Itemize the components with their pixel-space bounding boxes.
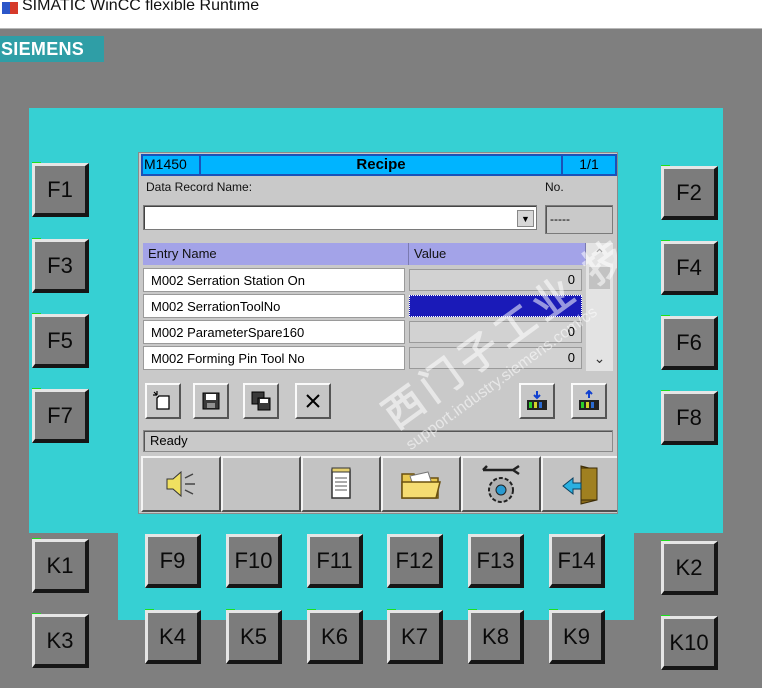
header-divider — [199, 156, 201, 174]
key-k6[interactable]: K6 — [307, 610, 363, 664]
delete-icon — [306, 394, 320, 408]
key-f3[interactable]: F3 — [32, 239, 89, 293]
recipe-header: M1450 Recipe 1/1 — [141, 154, 617, 176]
record-no-label: No. — [545, 180, 564, 194]
key-f7[interactable]: F7 — [32, 389, 89, 443]
key-f6[interactable]: F6 — [661, 316, 718, 370]
table-row[interactable]: M002 Forming Pin Tool No 0 — [143, 346, 586, 371]
value-cell[interactable]: 0 — [409, 269, 582, 291]
column-header-value[interactable]: Value — [409, 243, 586, 265]
empty-softkey[interactable] — [221, 456, 301, 512]
delete-record-button[interactable] — [295, 383, 331, 419]
table-row[interactable]: M002 Serration Station On 0 — [143, 268, 586, 293]
key-f11[interactable]: F11 — [307, 534, 363, 588]
chevron-down-icon[interactable]: ▼ — [517, 210, 534, 227]
key-f10[interactable]: F10 — [226, 534, 282, 588]
recipe-table: Entry Name Value M002 Serration Station … — [143, 243, 586, 371]
exit-door-icon — [562, 465, 598, 505]
screen-title: Recipe — [356, 156, 406, 173]
new-record-button[interactable] — [145, 383, 181, 419]
key-k3[interactable]: K3 — [32, 614, 89, 668]
key-f4[interactable]: F4 — [661, 241, 718, 295]
new-record-icon — [153, 391, 170, 410]
plc-download-icon — [527, 391, 547, 410]
entry-name-cell[interactable]: M002 ParameterSpare160 — [143, 320, 405, 344]
key-k1[interactable]: K1 — [32, 539, 89, 593]
status-bar: Ready — [143, 430, 613, 452]
entry-name-cell[interactable]: M002 Forming Pin Tool No — [143, 346, 405, 370]
key-f9[interactable]: F9 — [145, 534, 201, 588]
page-indicator: 1/1 — [579, 156, 599, 172]
app-icon — [2, 2, 18, 14]
screen-id: M1450 — [144, 156, 187, 172]
key-f2[interactable]: F2 — [661, 166, 718, 220]
key-f14[interactable]: F14 — [549, 534, 605, 588]
save-icon — [202, 392, 220, 410]
key-k4[interactable]: K4 — [145, 610, 201, 664]
open-folder-button[interactable] — [381, 456, 461, 512]
save-button[interactable] — [193, 383, 229, 419]
recipe-list-button[interactable] — [301, 456, 381, 512]
key-f1[interactable]: F1 — [32, 163, 89, 217]
folder-icon — [401, 471, 441, 499]
title-bar: SIMATIC WinCC flexible Runtime — [0, 0, 762, 29]
key-k9[interactable]: K9 — [549, 610, 605, 664]
table-row[interactable]: M002 ParameterSpare160 0 — [143, 320, 586, 345]
table-row[interactable]: M002 SerrationToolNo — [143, 294, 586, 319]
scroll-up-icon[interactable]: ⌃ — [586, 243, 613, 265]
speaker-icon — [166, 470, 195, 498]
siemens-logo: SIEMENS — [0, 36, 104, 62]
download-to-plc-button[interactable] — [519, 383, 555, 419]
column-header-entry-name[interactable]: Entry Name — [143, 243, 409, 265]
window-title: SIMATIC WinCC flexible Runtime — [22, 0, 260, 14]
save-as-icon — [251, 391, 271, 411]
value-cell[interactable]: 0 — [409, 347, 582, 369]
key-f8[interactable]: F8 — [661, 391, 718, 445]
record-number-field[interactable]: ----- — [545, 205, 613, 234]
key-k2[interactable]: K2 — [661, 541, 718, 595]
hmi-screen: M1450 Recipe 1/1 Data Record Name: No. ▼… — [138, 152, 618, 514]
upload-from-plc-button[interactable] — [571, 383, 607, 419]
data-record-label: Data Record Name: — [146, 180, 253, 194]
plc-upload-icon — [579, 390, 599, 410]
entry-name-cell[interactable]: M002 Serration Station On — [143, 268, 405, 292]
key-f5[interactable]: F5 — [32, 314, 89, 368]
exit-button[interactable] — [541, 456, 617, 512]
entry-name-cell[interactable]: M002 SerrationToolNo — [143, 294, 405, 318]
value-cell[interactable]: 0 — [409, 321, 582, 343]
key-k10[interactable]: K10 — [661, 616, 718, 670]
value-cell-selected[interactable] — [409, 295, 582, 317]
save-as-button[interactable] — [243, 383, 279, 419]
key-k7[interactable]: K7 — [387, 610, 443, 664]
vertical-scrollbar[interactable]: ⌃ ⌄ — [586, 243, 613, 371]
scrollbar-thumb[interactable] — [589, 267, 610, 289]
notepad-icon — [331, 467, 351, 499]
key-f13[interactable]: F13 — [468, 534, 524, 588]
gear-tool-icon — [482, 464, 520, 503]
sound-button[interactable] — [141, 456, 221, 512]
key-k5[interactable]: K5 — [226, 610, 282, 664]
data-record-name-field[interactable]: ▼ — [143, 205, 537, 230]
settings-button[interactable] — [461, 456, 541, 512]
scroll-down-icon[interactable]: ⌄ — [586, 347, 613, 369]
key-k8[interactable]: K8 — [468, 610, 524, 664]
key-f12[interactable]: F12 — [387, 534, 443, 588]
